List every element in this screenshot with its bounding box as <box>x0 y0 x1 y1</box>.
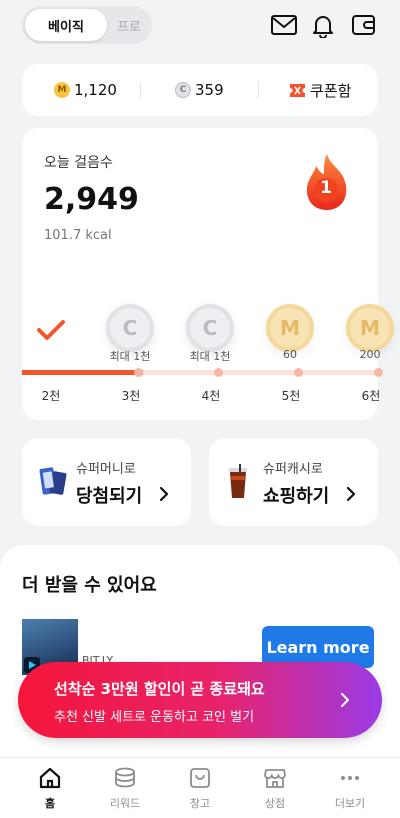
store-icon <box>264 768 286 788</box>
milestone-coin[interactable]: M <box>346 304 394 352</box>
check-icon <box>37 320 65 340</box>
tab-storage[interactable]: 창고 <box>160 758 240 818</box>
bell-icon[interactable] <box>309 12 337 38</box>
tab-label: 리워드 <box>109 796 141 810</box>
milestone-label: 최대 1천 <box>189 350 231 363</box>
wallet-icon[interactable] <box>350 12 378 38</box>
step-tick-label: 5천 <box>281 389 301 403</box>
divider <box>140 82 141 98</box>
step-dot <box>134 368 143 377</box>
promo-main-money: 당첨되기 <box>76 486 143 507</box>
coins-icon <box>115 767 135 787</box>
phone-icon <box>39 467 67 495</box>
coupon-icon <box>290 83 305 97</box>
step-dot <box>294 368 303 377</box>
c-coin-icon: C <box>175 82 191 98</box>
tab-store[interactable]: 상점 <box>235 758 315 818</box>
tab-bar: 홈 리워드 창고 상점 더보기 <box>0 757 400 818</box>
milestone-coin[interactable]: C <box>186 304 234 352</box>
chevron-right-icon <box>159 486 169 502</box>
coupon-box-button[interactable]: 쿠폰함 <box>290 64 351 116</box>
step-tick-label: 6천 <box>361 389 381 403</box>
milestone-coin[interactable]: M <box>266 304 314 352</box>
step-tick-label: 2천 <box>41 389 61 403</box>
streak-count: 1 <box>320 178 332 198</box>
step-dot <box>214 368 223 377</box>
promo-card-cash[interactable]: 슈퍼캐시로 쇼핑하기 <box>209 438 378 526</box>
tab-rewards[interactable]: 리워드 <box>85 758 165 818</box>
more-icon <box>341 775 359 780</box>
milestone-label: 200 <box>359 348 381 361</box>
tab-label: 상점 <box>264 796 286 810</box>
home-icon <box>39 767 61 788</box>
mode-toggle[interactable]: 베이직 프로 <box>22 6 152 44</box>
mode-pro-tab[interactable]: 프로 <box>108 9 150 41</box>
streak-badge[interactable]: 1 <box>300 152 354 212</box>
milestone-label: 최대 1천 <box>109 350 151 363</box>
milestone-label: 60 <box>283 348 297 361</box>
box-icon <box>190 767 210 788</box>
m-coin-balance[interactable]: M 1,120 <box>54 64 117 116</box>
iced-coffee-icon <box>229 464 247 498</box>
mode-basic-tab[interactable]: 베이직 <box>25 9 107 41</box>
c-coin-balance[interactable]: C 359 <box>175 64 224 116</box>
promo-main-cash: 쇼핑하기 <box>263 486 330 507</box>
milestone-coin[interactable]: C <box>106 304 154 352</box>
steps-title: 오늘 걸음수 <box>44 155 113 171</box>
discount-banner[interactable]: 선착순 3만원 할인이 곧 종료돼요 추천 신발 세트로 운동하고 코인 벌기 <box>18 662 382 738</box>
banner-title: 선착순 3만원 할인이 곧 종료돼요 <box>54 680 265 698</box>
mail-icon[interactable] <box>270 12 298 38</box>
promo-sub-money: 슈퍼머니로 <box>76 462 136 477</box>
coupon-label: 쿠폰함 <box>310 81 352 100</box>
tab-home[interactable]: 홈 <box>10 758 90 818</box>
step-dot <box>374 368 383 377</box>
balance-card: M 1,120 C 359 쿠폰함 <box>22 64 378 116</box>
m-coin-amount: 1,120 <box>74 81 117 99</box>
tab-label: 창고 <box>189 796 211 810</box>
calories: 101.7 kcal <box>44 228 112 243</box>
tab-label: 홈 <box>44 796 56 810</box>
steps-count: 2,949 <box>44 182 139 217</box>
tab-more[interactable]: 더보기 <box>310 758 390 818</box>
step-tick-label: 3천 <box>121 389 141 403</box>
m-coin-icon: M <box>54 82 70 98</box>
chevron-right-icon <box>341 693 349 707</box>
divider <box>258 82 259 98</box>
steps-card[interactable]: 오늘 걸음수 2,949 101.7 kcal 1 <box>22 128 378 420</box>
chevron-right-icon <box>346 486 356 502</box>
c-coin-amount: 359 <box>195 81 224 99</box>
step-tick-label: 4천 <box>201 389 221 403</box>
banner-subtitle: 추천 신발 세트로 운동하고 코인 벌기 <box>54 710 255 725</box>
promo-card-money[interactable]: 슈퍼머니로 당첨되기 <box>22 438 191 526</box>
tab-label: 더보기 <box>334 796 366 810</box>
promo-sub-cash: 슈퍼캐시로 <box>263 462 323 477</box>
section-title: 더 받을 수 있어요 <box>22 575 157 596</box>
